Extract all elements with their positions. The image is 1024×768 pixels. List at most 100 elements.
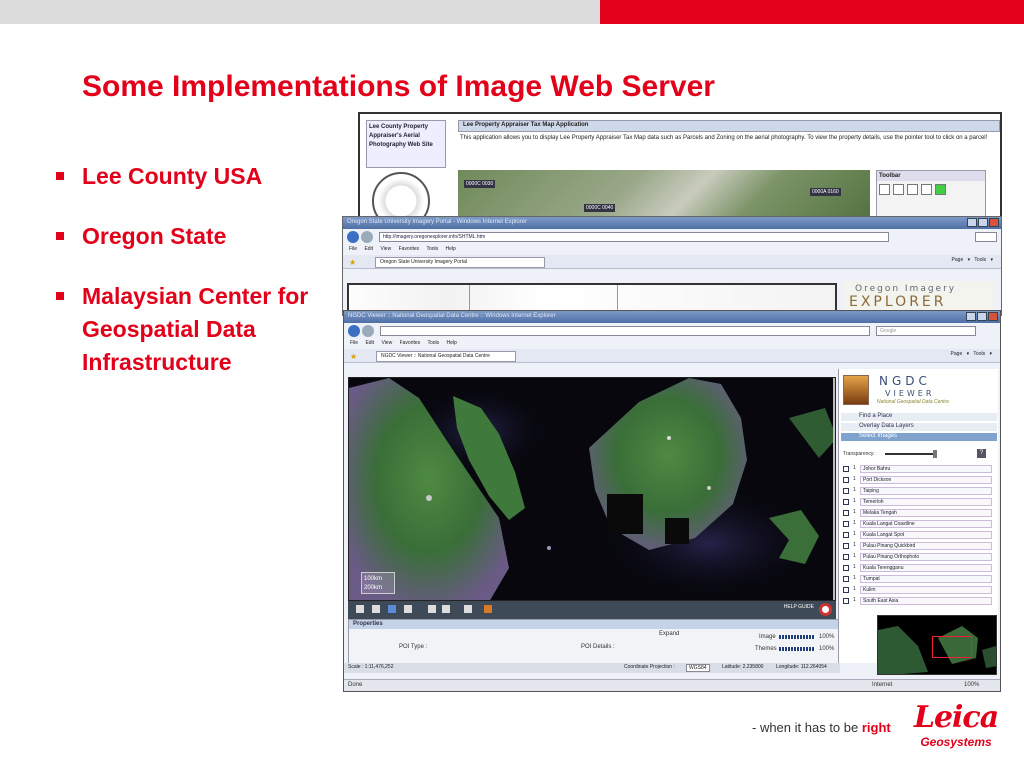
image-place-row[interactable]: 1 Tumpat: [843, 575, 993, 584]
lee-nav-box[interactable]: Lee County Property Appraiser's Aerial P…: [366, 120, 446, 168]
address-bar[interactable]: http://imagery.oregonexplorer.info/SHTML…: [379, 232, 889, 242]
image-place-row[interactable]: 1 Pulau Pinang Orthophoto: [843, 553, 993, 562]
place-name: Kuala Langat Spot: [860, 531, 992, 539]
forward-arrow-icon[interactable]: [361, 231, 373, 243]
image-place-row[interactable]: 1 Taiping: [843, 487, 993, 496]
transparency-slider-track[interactable]: [885, 453, 935, 455]
place-number: 1: [853, 564, 856, 570]
previous-extent-icon[interactable]: [428, 605, 436, 613]
oregon-menu-bar[interactable]: File Edit View Favorites Tools Help: [343, 245, 1001, 255]
place-checkbox[interactable]: [843, 554, 849, 560]
place-checkbox[interactable]: [843, 565, 849, 571]
map-control-bar: HELP GUIDE: [348, 601, 836, 619]
themes-opacity-meter[interactable]: [779, 647, 815, 651]
transparency-label: Transparency:: [843, 451, 875, 457]
help-guide-label[interactable]: HELP GUIDE: [784, 604, 814, 610]
place-checkbox[interactable]: [843, 598, 849, 604]
place-checkbox[interactable]: [843, 521, 849, 527]
place-checkbox[interactable]: [843, 499, 849, 505]
zoom-level[interactable]: 100%: [964, 682, 979, 688]
place-number: 1: [853, 597, 856, 603]
ngdc-tab[interactable]: NGDC Viewer :: National Geospatial Data …: [376, 351, 516, 362]
search-input[interactable]: Google: [876, 326, 976, 336]
image-place-row[interactable]: 1 Kuala Langat Spot: [843, 531, 993, 540]
pan-tool-icon[interactable]: [879, 184, 890, 195]
overview-map[interactable]: [877, 615, 997, 675]
help-button[interactable]: ?: [977, 449, 986, 458]
menu-find-place[interactable]: Find a Place: [841, 413, 997, 421]
pan-icon[interactable]: [388, 605, 396, 613]
minimize-button[interactable]: [966, 312, 976, 321]
image-place-row[interactable]: 1 Johor Bahru: [843, 465, 993, 474]
minimize-button[interactable]: [967, 218, 977, 227]
place-checkbox[interactable]: [843, 576, 849, 582]
county-seal-icon: [372, 172, 430, 220]
place-number: 1: [853, 586, 856, 592]
poi-type-label: POI Type :: [399, 644, 428, 650]
projection-select[interactable]: WGS84: [686, 664, 710, 672]
zoom-in-icon[interactable]: [893, 184, 904, 195]
parcel-label: 0000C 0030: [464, 180, 496, 188]
place-name: Pulau Pinang Quickbird: [860, 542, 992, 550]
place-checkbox[interactable]: [843, 587, 849, 593]
properties-title: Properties: [349, 620, 839, 629]
menu-overlay-layers[interactable]: Overlay Data Layers: [841, 423, 997, 431]
image-place-row[interactable]: 1 Port Dickson: [843, 476, 993, 485]
place-name: Temerloh: [860, 498, 992, 506]
back-arrow-icon[interactable]: [348, 325, 360, 337]
image-place-row[interactable]: 1 Temerloh: [843, 498, 993, 507]
refresh-icon[interactable]: [935, 184, 946, 195]
zoom-out-icon[interactable]: [907, 184, 918, 195]
transparency-slider-handle[interactable]: [933, 450, 937, 458]
ngdc-titlebar: NGDC Viewer :: National Geospatial Data …: [344, 311, 1000, 323]
place-checkbox[interactable]: [843, 532, 849, 538]
image-place-row[interactable]: 1 Kuala Langat Coastline: [843, 520, 993, 529]
image-place-row[interactable]: 1 Pulau Pinang Quickbird: [843, 542, 993, 551]
satellite-map[interactable]: 100km 200km: [348, 377, 836, 601]
command-bar[interactable]: Page ▾ Tools ▾: [952, 257, 993, 263]
place-name: Pulau Pinang Orthophoto: [860, 553, 992, 561]
oregon-tab[interactable]: Oregon State University Imagery Portal: [375, 257, 545, 268]
zoom-out-icon[interactable]: [372, 605, 380, 613]
place-checkbox[interactable]: [843, 510, 849, 516]
image-opacity-meter[interactable]: [779, 635, 815, 639]
help-guide-icon[interactable]: [819, 603, 832, 616]
poi-details-label: POI Details :: [581, 644, 615, 650]
address-bar[interactable]: [380, 326, 870, 336]
place-number: 1: [853, 487, 856, 493]
favorites-star-icon[interactable]: ★: [350, 352, 357, 361]
measure-icon[interactable]: [484, 605, 492, 613]
search-box[interactable]: [975, 232, 997, 242]
toolbar-title: Toolbar: [877, 171, 985, 181]
place-number: 1: [853, 531, 856, 537]
maximize-button[interactable]: [977, 312, 987, 321]
close-button[interactable]: [988, 312, 998, 321]
tagline: - when it has to be right: [752, 720, 891, 735]
favorites-star-icon[interactable]: ★: [349, 258, 356, 267]
close-button[interactable]: [989, 218, 999, 227]
identify-icon[interactable]: [921, 184, 932, 195]
maximize-button[interactable]: [978, 218, 988, 227]
full-extent-icon[interactable]: [404, 605, 412, 613]
image-place-row[interactable]: 1 Kulim: [843, 586, 993, 595]
place-checkbox[interactable]: [843, 543, 849, 549]
menu-select-images[interactable]: Select Images: [841, 433, 997, 441]
image-place-row[interactable]: 1 South East Asia: [843, 597, 993, 606]
back-arrow-icon[interactable]: [347, 231, 359, 243]
place-checkbox[interactable]: [843, 488, 849, 494]
lee-aerial-map[interactable]: 0000C 0030 0000C 0040 0000A 0160: [458, 170, 870, 220]
image-place-row[interactable]: 1 Kuala Terengganu: [843, 564, 993, 573]
command-bar[interactable]: Page ▾ Tools ▾: [951, 351, 992, 357]
expand-label[interactable]: Expand: [659, 631, 679, 637]
overview-extent-box[interactable]: [932, 636, 972, 658]
map-scrollbar[interactable]: [833, 378, 835, 600]
identify-icon[interactable]: [464, 605, 472, 613]
place-checkbox[interactable]: [843, 466, 849, 472]
place-checkbox[interactable]: [843, 477, 849, 483]
image-place-row[interactable]: 1 Melaka Tengah: [843, 509, 993, 518]
ngdc-menu-bar[interactable]: File Edit View Favorites Tools Help: [344, 339, 1000, 349]
zoom-in-icon[interactable]: [356, 605, 364, 613]
next-extent-icon[interactable]: [442, 605, 450, 613]
forward-arrow-icon[interactable]: [362, 325, 374, 337]
parcel-label: 0000C 0040: [584, 204, 616, 212]
